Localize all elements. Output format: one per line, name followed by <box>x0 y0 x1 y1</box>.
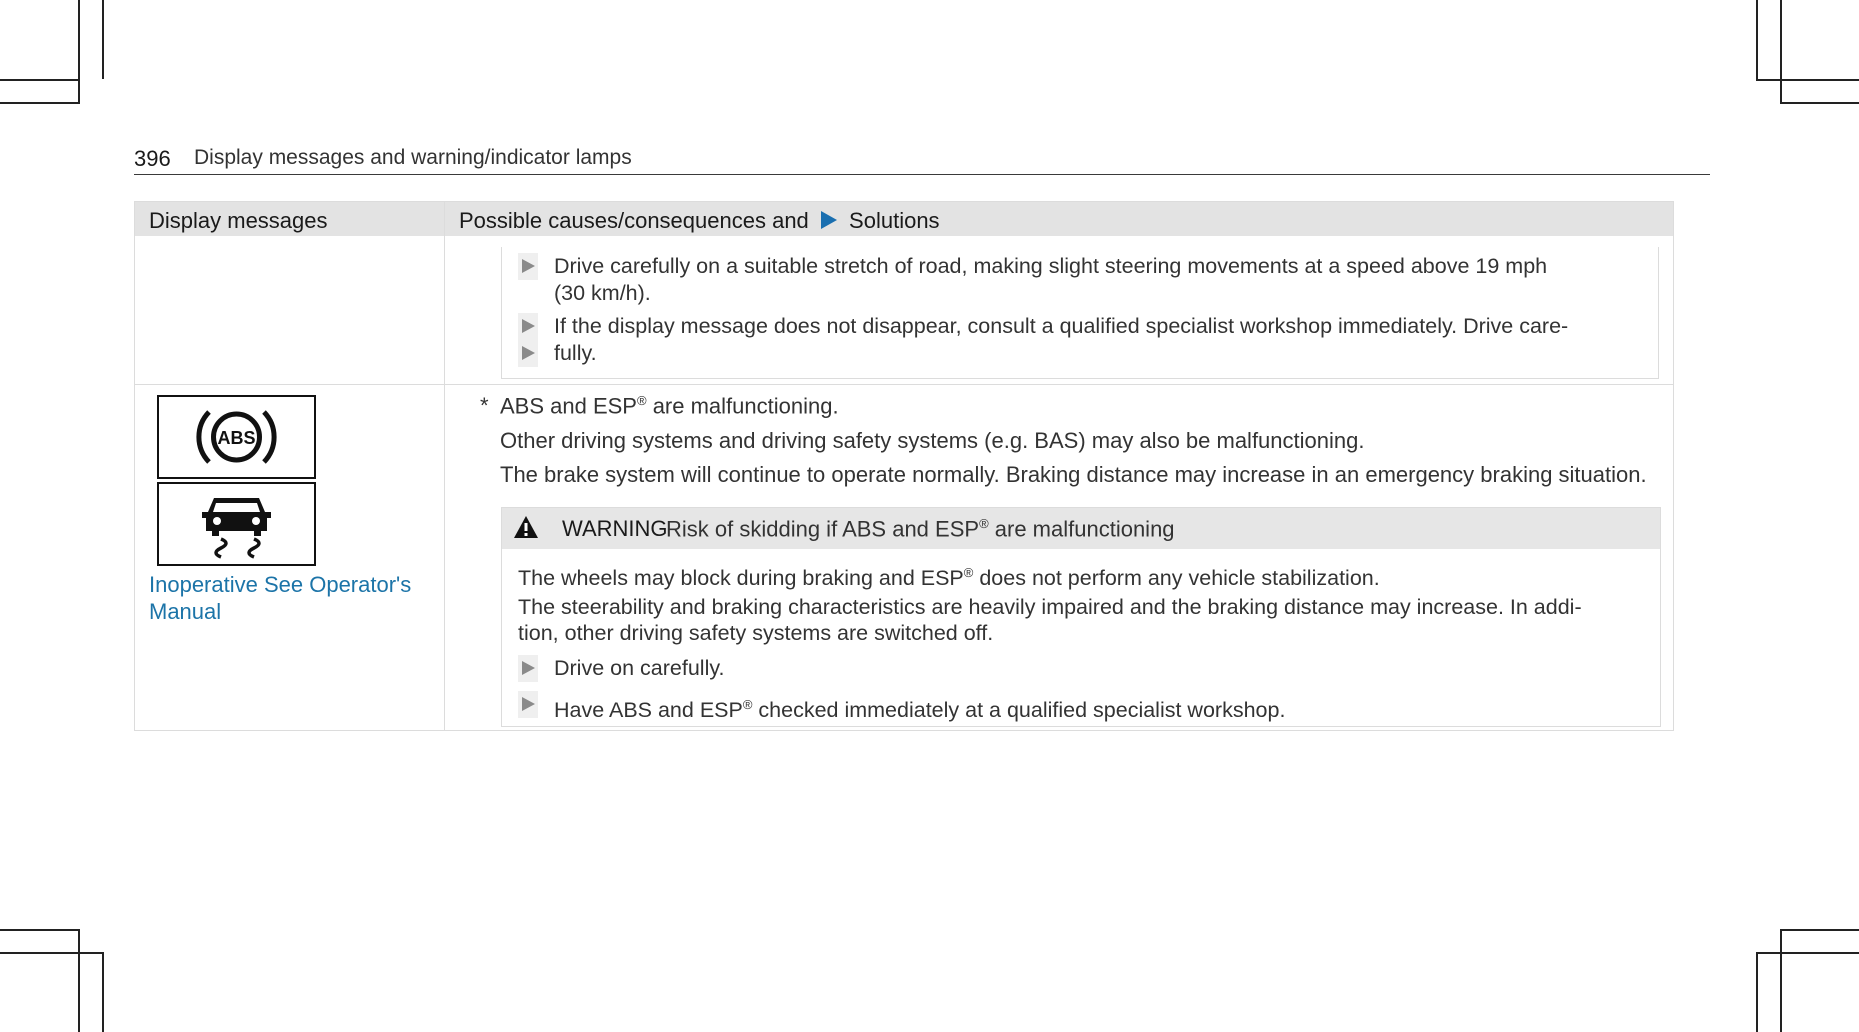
cause-text-b: are malfunctioning. <box>646 393 839 419</box>
cause-text: The brake system will continue to operat… <box>500 462 1647 487</box>
row-divider <box>135 384 1673 385</box>
display-messages-table: Display messages Possible causes/consequ… <box>134 201 1674 731</box>
crop-mark <box>78 0 80 102</box>
step-text: Have ABS and ESP® checked immediately at… <box>554 691 1285 724</box>
col-causes-prefix: Possible causes/consequences and <box>459 208 809 233</box>
table-header: Display messages Possible causes/consequ… <box>135 202 1673 236</box>
column-divider <box>444 202 445 730</box>
solutions-box: Drive carefully on a suitable stretch of… <box>501 247 1659 379</box>
crop-mark <box>1756 79 1859 81</box>
step-text-b: checked immediately at a qualified speci… <box>752 698 1286 723</box>
section-title: Display messages and warning/indicator l… <box>194 146 632 169</box>
display-message-text: Inoperative See Operator's Manual <box>149 571 449 625</box>
crop-mark <box>1756 952 1758 1032</box>
col-display-messages: Display messages <box>149 208 328 233</box>
registered-mark: ® <box>636 393 647 408</box>
registered-mark: ® <box>742 697 753 712</box>
abs-warning-icon: ABS <box>157 395 316 479</box>
indicator-icons: ABS <box>157 395 316 569</box>
crop-mark <box>1780 929 1859 931</box>
warning-title: Risk of skidding if ABS and ESP® are mal… <box>666 516 1175 542</box>
crop-mark <box>0 102 80 104</box>
crop-mark <box>1780 102 1859 104</box>
page-header: 396 Display messages and warning/indicat… <box>134 143 1710 175</box>
display-message-line: Manual <box>149 599 222 624</box>
step-arrow-shade <box>518 340 538 367</box>
solutions-arrow-icon <box>820 211 837 229</box>
step-text: (30 km/h). <box>554 281 651 305</box>
cause-text: ABS and ESP® are malfunctioning. <box>500 393 839 419</box>
registered-mark: ® <box>979 516 989 531</box>
col-causes: Possible causes/consequences and Solutio… <box>459 208 940 234</box>
step-arrow-icon <box>518 253 538 280</box>
warning-triangle-icon <box>514 516 538 538</box>
warning-box: WARNING Risk of skidding if ABS and ESP®… <box>501 507 1661 727</box>
warning-text: The steerability and braking characteris… <box>518 595 1582 619</box>
asterisk-marker: * <box>480 393 489 418</box>
step-text: fully. <box>554 341 597 365</box>
step-text: Drive carefully on a suitable stretch of… <box>554 254 1548 278</box>
warning-label: WARNING <box>562 516 668 541</box>
step-arrow-icon <box>518 655 538 682</box>
registered-mark: ® <box>963 565 974 580</box>
warning-title-a: Risk of skidding if ABS and ESP <box>666 516 980 542</box>
crop-mark <box>1780 0 1782 102</box>
col-causes-suffix: Solutions <box>849 208 940 233</box>
warning-title-b: are malfunctioning <box>988 516 1175 542</box>
warning-header: WARNING Risk of skidding if ABS and ESP®… <box>502 508 1660 549</box>
display-message-line: Inoperative See Operator's <box>149 572 412 597</box>
cause-text-a: ABS and ESP <box>500 393 637 419</box>
step-text: Drive on carefully. <box>554 656 725 680</box>
step-arrow-icon <box>518 313 538 340</box>
crop-mark <box>0 952 103 954</box>
warning-text: tion, other driving safety systems are s… <box>518 621 994 645</box>
crop-mark <box>1756 0 1758 79</box>
step-text: If the display message does not disappea… <box>554 314 1569 338</box>
crop-mark <box>78 929 80 1032</box>
warning-text: The wheels may block during braking and … <box>518 559 1380 592</box>
crop-mark <box>0 929 80 931</box>
page-number: 396 <box>134 146 171 171</box>
step-text-a: Have ABS and ESP <box>554 698 743 723</box>
cause-text: Other driving systems and driving safety… <box>500 428 1365 453</box>
crop-mark <box>1756 952 1859 954</box>
skid-esp-icon <box>157 482 316 566</box>
warning-text-a: The wheels may block during braking and … <box>518 566 964 591</box>
crop-mark <box>1780 929 1782 1032</box>
crop-mark <box>102 952 104 1032</box>
warning-text-b: does not perform any vehicle stabilizati… <box>973 566 1380 591</box>
crop-mark <box>0 79 78 81</box>
crop-mark <box>102 0 104 79</box>
step-arrow-icon <box>518 691 538 718</box>
abs-label: ABS <box>217 428 255 448</box>
